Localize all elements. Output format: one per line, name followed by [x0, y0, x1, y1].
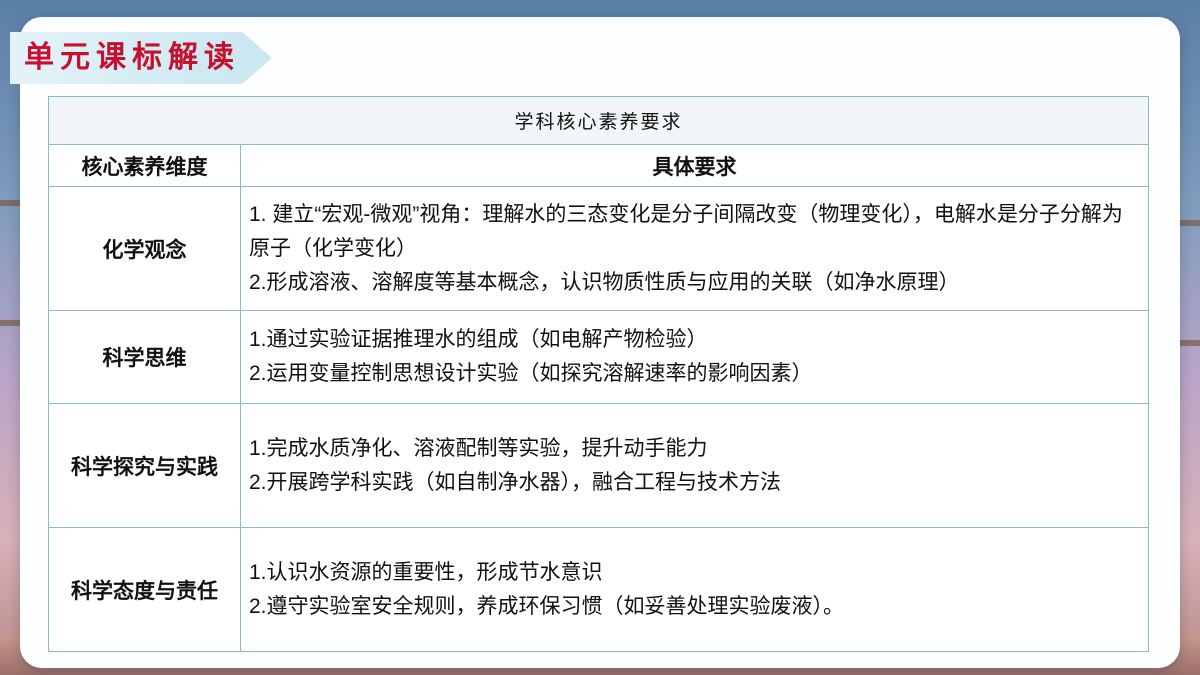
table-row: 科学探究与实践 1.完成水质净化、溶液配制等实验，提升动手能力 2.开展跨学科实…	[48, 403, 1150, 528]
requirements-cell: 1.通过实验证据推理水的组成（如电解产物检验） 2.运用变量控制思想设计实验（如…	[239, 310, 1150, 404]
dimension-cell: 科学态度与责任	[48, 527, 241, 652]
requirement-item: 2.开展跨学科实践（如自制净水器），融合工程与技术方法	[249, 470, 782, 494]
dimension-cell: 化学观念	[48, 186, 241, 311]
requirement-item: 1. 建立“宏观-微观”视角：理解水的三态变化是分子间隔改变（物理变化），电解水…	[249, 202, 1123, 260]
requirements-cell: 1.完成水质净化、溶液配制等实验，提升动手能力 2.开展跨学科实践（如自制净水器…	[239, 403, 1150, 528]
table-row: 化学观念 1. 建立“宏观-微观”视角：理解水的三态变化是分子间隔改变（物理变化…	[48, 186, 1150, 311]
table-caption-row: 学科核心素养要求	[47, 96, 1150, 145]
column-header-dimension: 核心素养维度	[48, 144, 241, 187]
requirements-cell: 1. 建立“宏观-微观”视角：理解水的三态变化是分子间隔改变（物理变化），电解水…	[239, 186, 1150, 311]
dimension-cell: 科学思维	[48, 310, 241, 404]
standards-table: 学科核心素养要求 核心素养维度 具体要求 化学观念 1. 建立“宏观-微观”视角…	[47, 96, 1150, 652]
requirement-item: 1.认识水资源的重要性，形成节水意识	[249, 560, 603, 584]
standards-table-wrap: 学科核心素养要求 核心素养维度 具体要求 化学观念 1. 建立“宏观-微观”视角…	[47, 96, 1150, 652]
section-title: 单元课标解读	[24, 40, 240, 75]
requirement-item: 1.完成水质净化、溶液配制等实验，提升动手能力	[249, 436, 708, 460]
requirement-item: 1.通过实验证据推理水的组成（如电解产物检验）	[249, 328, 708, 351]
table-row: 科学思维 1.通过实验证据推理水的组成（如电解产物检验） 2.运用变量控制思想设…	[48, 310, 1150, 404]
dimension-cell: 科学探究与实践	[48, 403, 241, 528]
table-header-row: 核心素养维度 具体要求	[48, 144, 1150, 187]
requirement-item: 2.运用变量控制思想设计实验（如探究溶解速率的影响因素）	[249, 362, 813, 385]
table-row: 科学态度与责任 1.认识水资源的重要性，形成节水意识 2.遵守实验室安全规则，养…	[48, 527, 1150, 652]
requirement-item: 2.遵守实验室安全规则，养成环保习惯（如妥善处理实验废液）。	[249, 594, 845, 618]
requirement-item: 2.形成溶液、溶解度等基本概念，认识物质性质与应用的关联（如净水原理）	[249, 270, 960, 294]
requirements-cell: 1.认识水资源的重要性，形成节水意识 2.遵守实验室安全规则，养成环保习惯（如妥…	[239, 527, 1150, 652]
column-header-requirements: 具体要求	[239, 144, 1150, 187]
section-title-tag: 单元课标解读	[10, 32, 272, 84]
table-caption: 学科核心素养要求	[47, 96, 1150, 145]
